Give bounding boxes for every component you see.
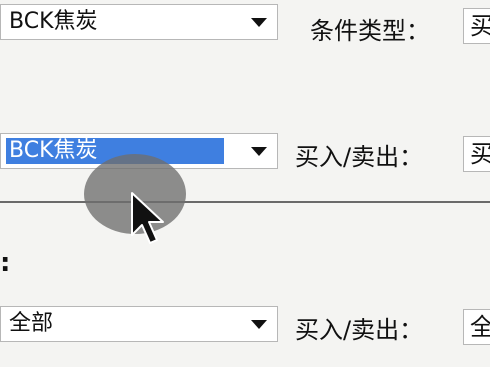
buy-sell-combobox[interactable]: 买 <box>463 136 490 172</box>
scope-select-value: 全部 <box>9 311 54 336</box>
stock-select-value: BCK焦炭 <box>9 9 98 34</box>
condition-type-label: 条件类型： <box>310 17 430 45</box>
dropdown-arrow-icon[interactable] <box>251 18 267 27</box>
scope-select-combobox[interactable]: 全部 <box>0 306 278 342</box>
buy-sell-combobox-2[interactable]: 全 <box>463 309 490 345</box>
buy-sell-label: 买入/卖出： <box>295 143 424 171</box>
buy-sell-value-2: 全 <box>470 313 490 341</box>
buy-sell-label-2: 买入/卖出： <box>295 316 424 344</box>
condition-type-value: 买 <box>470 12 490 40</box>
section-divider <box>0 201 490 203</box>
condition-type-combobox[interactable]: 买 <box>463 8 490 44</box>
mouse-pointer-icon <box>131 192 164 244</box>
section-label: : <box>0 248 11 278</box>
buy-sell-value: 买 <box>470 140 490 168</box>
dropdown-arrow-icon[interactable] <box>251 147 267 156</box>
stock-select-combobox[interactable]: BCK焦炭 <box>0 4 278 40</box>
dropdown-arrow-icon[interactable] <box>251 320 267 329</box>
